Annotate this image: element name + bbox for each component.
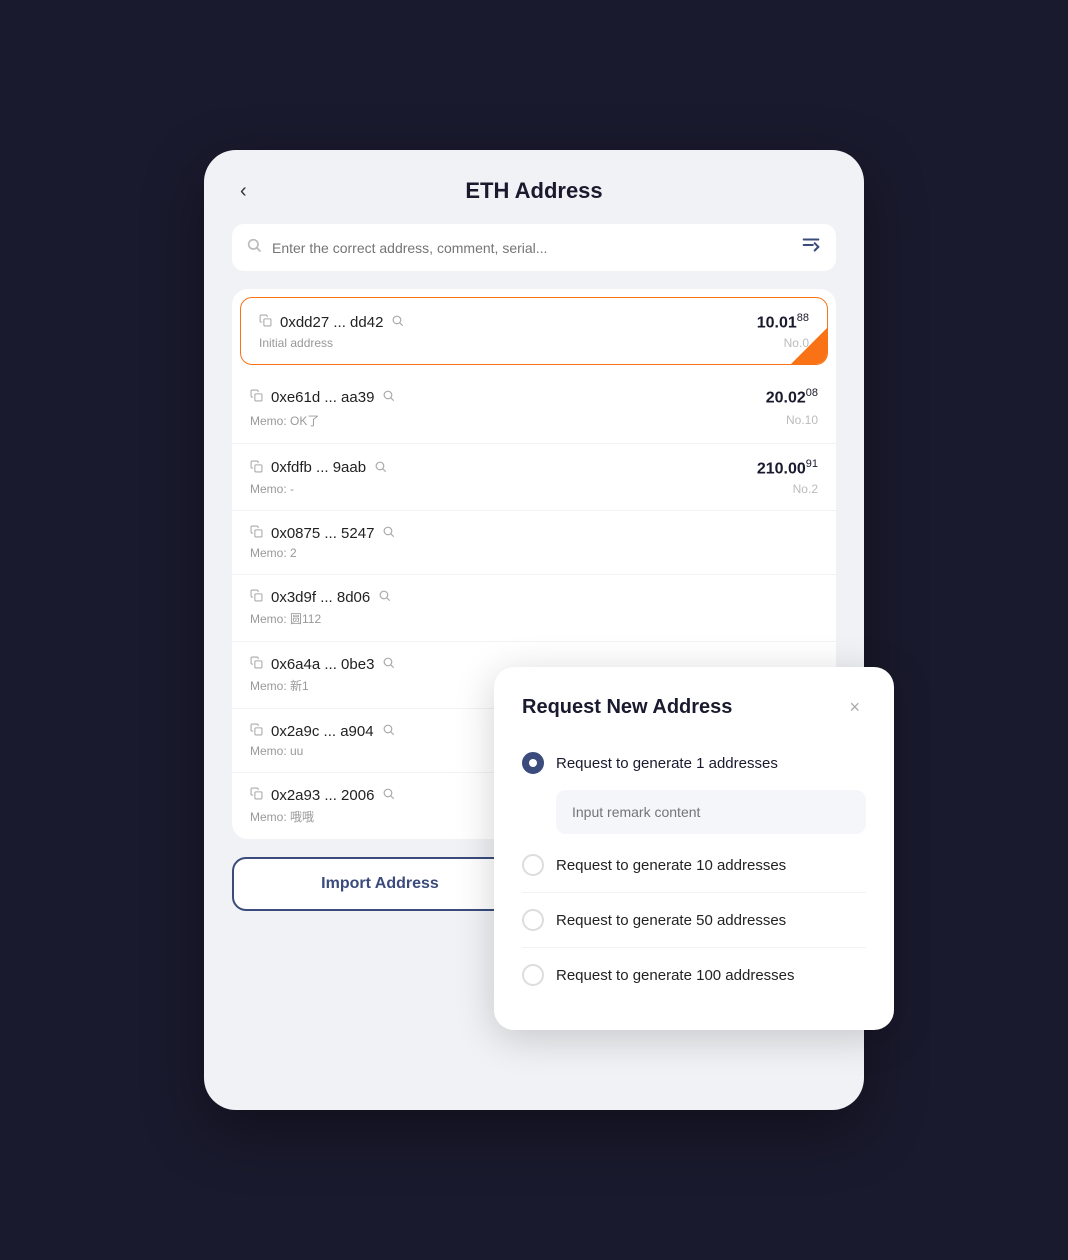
- search-addr-icon[interactable]: [374, 460, 387, 476]
- copy-icon[interactable]: [250, 589, 263, 605]
- search-icon: [246, 237, 262, 258]
- memo-text: Memo: 圆112: [250, 610, 321, 627]
- modal-title: Request New Address: [522, 696, 732, 719]
- address-text: 0x6a4a ... 0be3: [271, 656, 374, 673]
- radio-option[interactable]: Request to generate 100 addresses: [522, 952, 866, 998]
- radio-option[interactable]: Request to generate 1 addresses: [522, 740, 866, 786]
- copy-icon[interactable]: [250, 389, 263, 405]
- modal-options: Request to generate 1 addresses Request …: [522, 740, 866, 998]
- import-address-button[interactable]: Import Address: [232, 857, 528, 911]
- search-bar: [232, 224, 836, 271]
- modal-header: Request New Address ×: [522, 695, 866, 720]
- radio-circle: [522, 909, 544, 931]
- memo-text: Memo: 2: [250, 546, 297, 560]
- address-text: 0x3d9f ... 8d06: [271, 589, 370, 606]
- memo-text: Initial address: [259, 336, 333, 350]
- radio-option[interactable]: Request to generate 10 addresses: [522, 842, 866, 888]
- search-addr-icon[interactable]: [378, 589, 391, 605]
- remark-input[interactable]: [556, 790, 866, 834]
- address-item[interactable]: 0xdd27 ... dd42 10.0188 Initial address …: [240, 297, 828, 365]
- address-text: 0xe61d ... aa39: [271, 389, 374, 406]
- back-button[interactable]: ‹: [232, 176, 255, 207]
- address-item[interactable]: 0xe61d ... aa39 20.0208 Memo: OK了 No.10: [232, 373, 836, 443]
- radio-circle: [522, 854, 544, 876]
- address-text: 0xdd27 ... dd42: [280, 314, 383, 331]
- address-text: 0x2a9c ... a904: [271, 723, 374, 740]
- search-addr-icon[interactable]: [382, 787, 395, 803]
- address-text: 0x0875 ... 5247: [271, 525, 374, 542]
- modal-close-button[interactable]: ×: [843, 695, 866, 720]
- copy-icon[interactable]: [259, 314, 272, 330]
- address-text: 0x2a93 ... 2006: [271, 787, 374, 804]
- memo-text: Memo: 新1: [250, 677, 309, 694]
- no-text: No.2: [793, 482, 818, 496]
- address-item[interactable]: 0xfdfb ... 9aab 210.0091 Memo: - No.2: [232, 444, 836, 511]
- radio-label: Request to generate 10 addresses: [556, 857, 786, 874]
- search-addr-icon[interactable]: [382, 723, 395, 739]
- header: ‹ ETH Address: [232, 178, 836, 204]
- address-item[interactable]: 0x3d9f ... 8d06 Memo: 圆112: [232, 575, 836, 642]
- no-text: No.10: [786, 413, 818, 427]
- memo-text: Memo: OK了: [250, 412, 319, 429]
- active-badge: [791, 328, 827, 364]
- copy-icon[interactable]: [250, 656, 263, 672]
- radio-circle: [522, 964, 544, 986]
- copy-icon[interactable]: [250, 460, 263, 476]
- filter-icon[interactable]: [800, 234, 822, 261]
- address-text: 0xfdfb ... 9aab: [271, 459, 366, 476]
- memo-text: Memo: uu: [250, 744, 303, 758]
- radio-label: Request to generate 50 addresses: [556, 912, 786, 929]
- amount: 20.0208: [766, 387, 818, 407]
- screen-wrapper: ‹ ETH Address 0xdd27 ... dd42: [204, 150, 864, 1110]
- search-addr-icon[interactable]: [382, 656, 395, 672]
- copy-icon[interactable]: [250, 525, 263, 541]
- amount: 210.0091: [757, 458, 818, 478]
- radio-label: Request to generate 1 addresses: [556, 755, 778, 772]
- radio-option[interactable]: Request to generate 50 addresses: [522, 897, 866, 943]
- radio-circle: [522, 752, 544, 774]
- memo-text: Memo: -: [250, 482, 294, 496]
- radio-label: Request to generate 100 addresses: [556, 967, 795, 984]
- search-input[interactable]: [272, 240, 790, 256]
- search-addr-icon[interactable]: [382, 525, 395, 541]
- modal-card: Request New Address × Request to generat…: [494, 667, 894, 1030]
- memo-text: Memo: 哦哦: [250, 808, 314, 825]
- search-addr-icon[interactable]: [382, 389, 395, 405]
- address-item[interactable]: 0x0875 ... 5247 Memo: 2: [232, 511, 836, 575]
- page-title: ETH Address: [465, 178, 602, 204]
- copy-icon[interactable]: [250, 723, 263, 739]
- copy-icon[interactable]: [250, 787, 263, 803]
- search-addr-icon[interactable]: [391, 314, 404, 330]
